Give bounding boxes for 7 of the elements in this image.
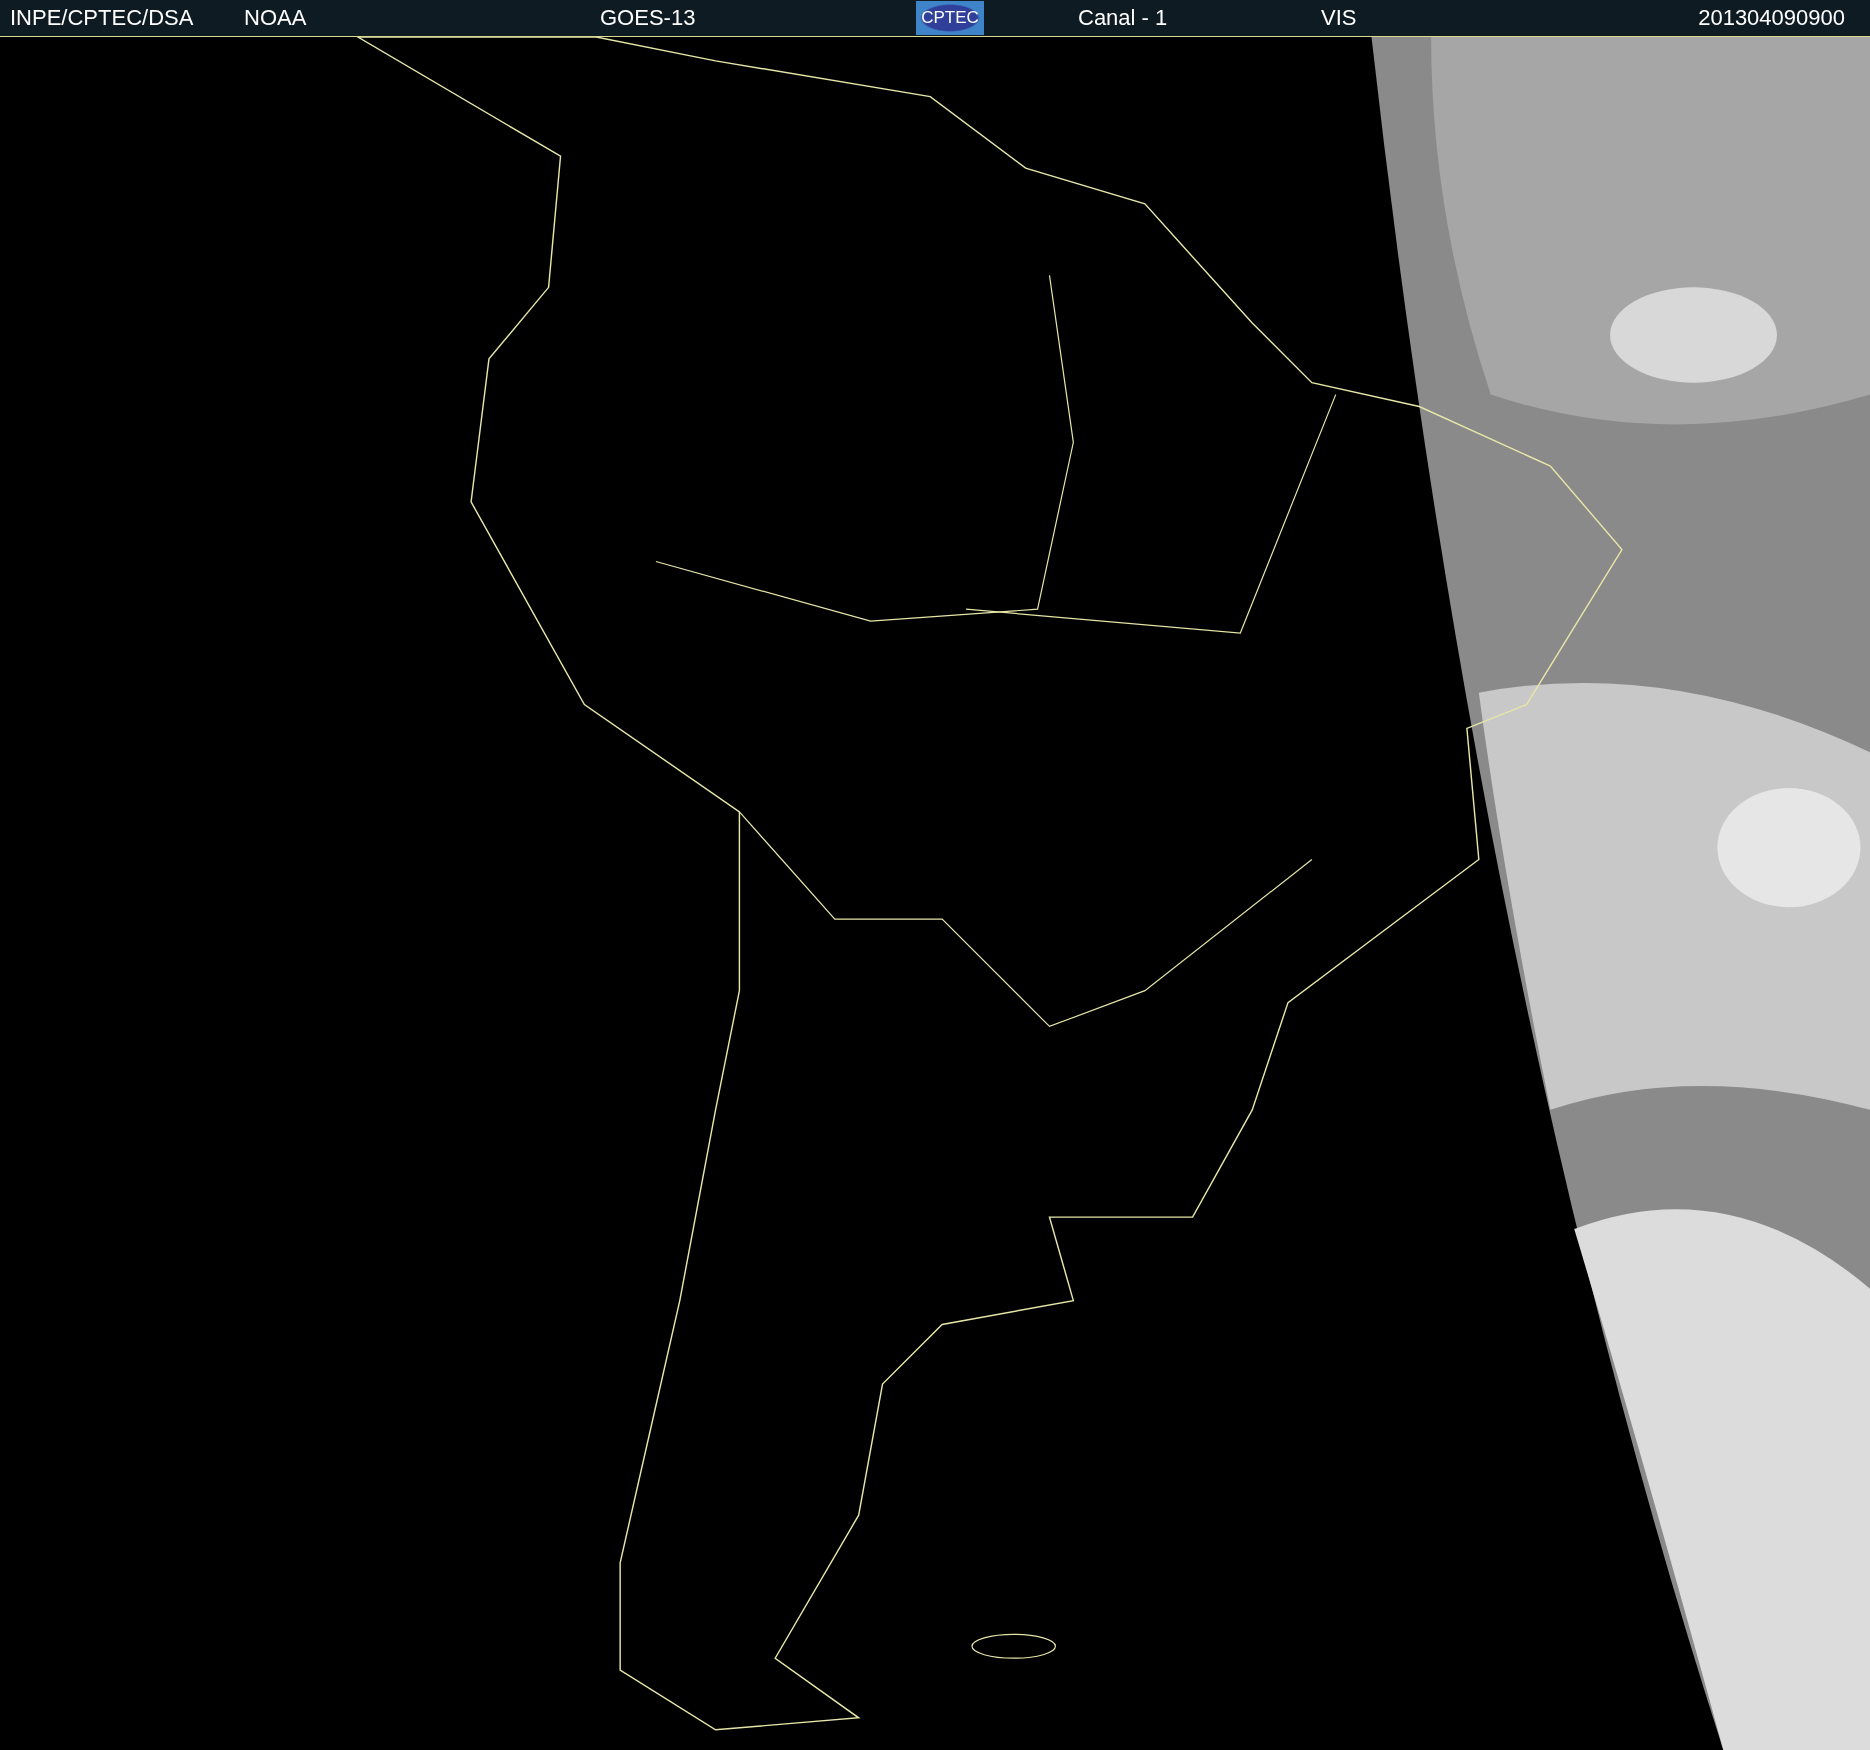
band-label: VIS <box>1321 5 1357 31</box>
channel-label: Canal - 1 <box>1078 5 1169 31</box>
source-label: INPE/CPTEC/DSA <box>10 5 195 31</box>
logo: CPTEC <box>916 1 984 35</box>
timestamp-label: 201304090900 <box>1698 5 1845 31</box>
agency-label: NOAA <box>244 5 308 31</box>
satellite-label: GOES-13 <box>600 5 697 31</box>
